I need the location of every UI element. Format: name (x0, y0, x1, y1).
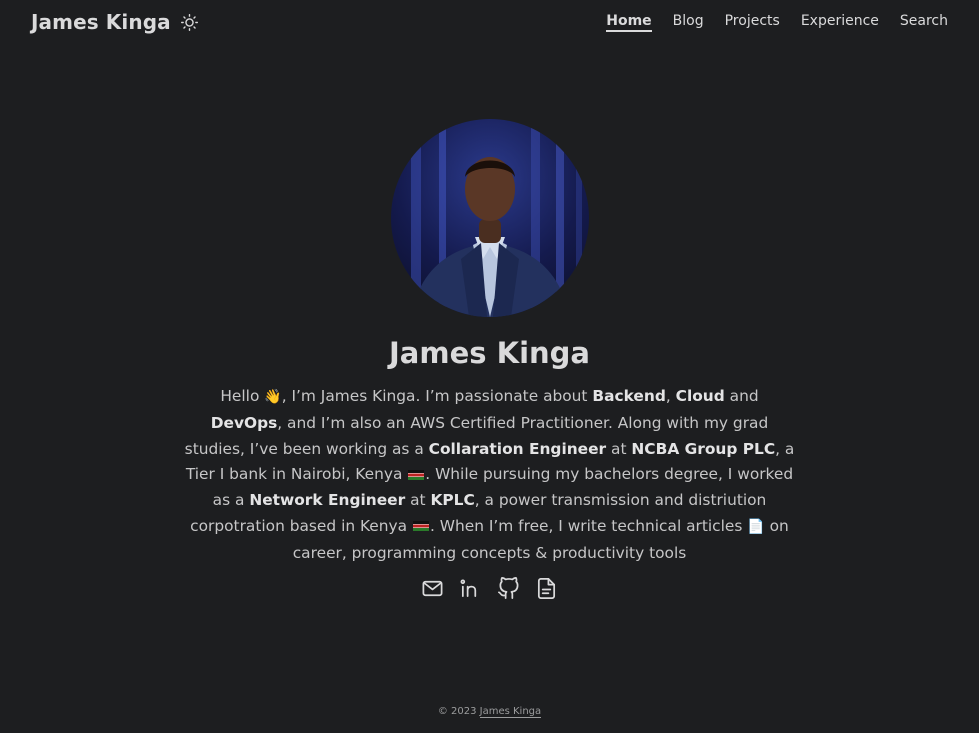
bio-text: at (606, 439, 632, 458)
nav-home[interactable]: Home (606, 13, 652, 32)
logo-wrap: James Kinga (31, 10, 198, 34)
social-links (421, 577, 559, 601)
footer-author-link[interactable]: James Kinga (479, 706, 542, 718)
bio-highlight: Collaration Engineer (428, 439, 607, 458)
nav-blog[interactable]: Blog (673, 13, 704, 32)
resume-link[interactable] (535, 577, 559, 601)
main-nav: Home Blog Projects Experience Search (606, 13, 948, 32)
profile-bio: Hello 👋, I’m James Kinga. I’m passionate… (185, 384, 795, 567)
bio-text: and (724, 387, 759, 405)
document-emoji: 📄 (747, 518, 765, 535)
bio-highlight: NCBA Group PLC (631, 439, 776, 458)
bio-text: . When I’m free, I write technical artic… (429, 516, 748, 535)
bio-text: Hello (220, 387, 265, 405)
github-icon (498, 577, 519, 600)
nav-experience[interactable]: Experience (801, 13, 879, 32)
bio-highlight: Cloud (675, 387, 725, 405)
linkedin-icon (460, 579, 477, 598)
bio-highlight: Network Engineer (249, 491, 406, 510)
site-logo[interactable]: James Kinga (31, 10, 171, 34)
email-icon (422, 581, 443, 597)
bio-text: at (405, 491, 431, 510)
email-link[interactable] (421, 577, 445, 601)
copyright-text: © 2023 (437, 706, 480, 717)
github-link[interactable] (497, 577, 521, 601)
site-header: James Kinga Home Blog Projects Experienc… (0, 0, 979, 44)
avatar (390, 119, 589, 317)
bio-highlight: KPLC (430, 491, 475, 510)
nav-projects[interactable]: Projects (725, 13, 780, 32)
waving-hand-emoji: 👋 (264, 389, 282, 405)
resume-icon (537, 578, 556, 600)
bio-highlight: Backend (592, 387, 666, 405)
kenya-flag-icon (408, 469, 425, 480)
linkedin-link[interactable] (459, 577, 483, 601)
nav-search[interactable]: Search (900, 13, 948, 32)
profile-name: James Kinga (389, 336, 590, 370)
theme-toggle-button[interactable] (180, 13, 198, 31)
site-footer: © 2023 James Kinga (0, 706, 979, 718)
bio-highlight: DevOps (210, 413, 278, 432)
bio-text: , (665, 387, 676, 405)
kenya-flag-icon (412, 521, 429, 532)
bio-text: , I’m James Kinga. I’m passionate about (281, 387, 593, 405)
profile-section: James Kinga Hello 👋, I’m James Kinga. I’… (0, 119, 979, 601)
sun-icon (180, 13, 198, 31)
